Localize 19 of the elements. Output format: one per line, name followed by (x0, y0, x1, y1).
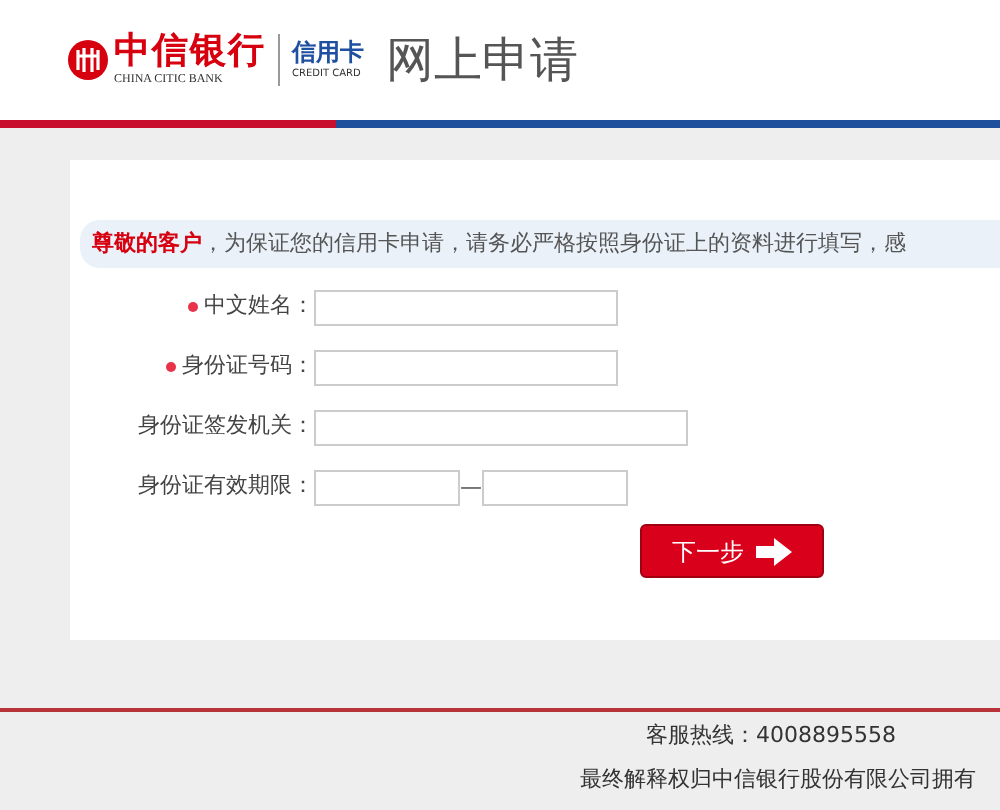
input-field[interactable] (482, 469, 628, 505)
field-label: 身份证签发机关： (138, 410, 314, 443)
credit-card-label: 信用卡 (292, 40, 364, 64)
input-field[interactable] (314, 289, 618, 325)
arrow-right-icon (756, 537, 792, 565)
field-label: 中文姓名： (204, 290, 314, 323)
input-field[interactable] (314, 409, 688, 445)
notice-text: 尊敬的客户，为保证您的信用卡申请，请务必严格按照身份证上的资料进行填写，感 (80, 220, 1000, 268)
page-title: 网上申请 (386, 30, 578, 92)
field-label: 身份证号码： (182, 350, 314, 383)
range-separator: — (460, 476, 482, 498)
bank-name: 中信银行 (114, 34, 266, 70)
bank-logo-icon (68, 40, 108, 80)
field-label: 身份证有效期限： (138, 470, 314, 503)
input-field[interactable] (314, 349, 618, 385)
hotline-text: 客服热线：4008895558 (646, 720, 896, 752)
copyright-text: 最终解释权归中信银行股份有限公司拥有 (580, 763, 976, 795)
input-field[interactable] (314, 469, 460, 505)
next-step-button[interactable]: 下一步 (640, 524, 824, 578)
